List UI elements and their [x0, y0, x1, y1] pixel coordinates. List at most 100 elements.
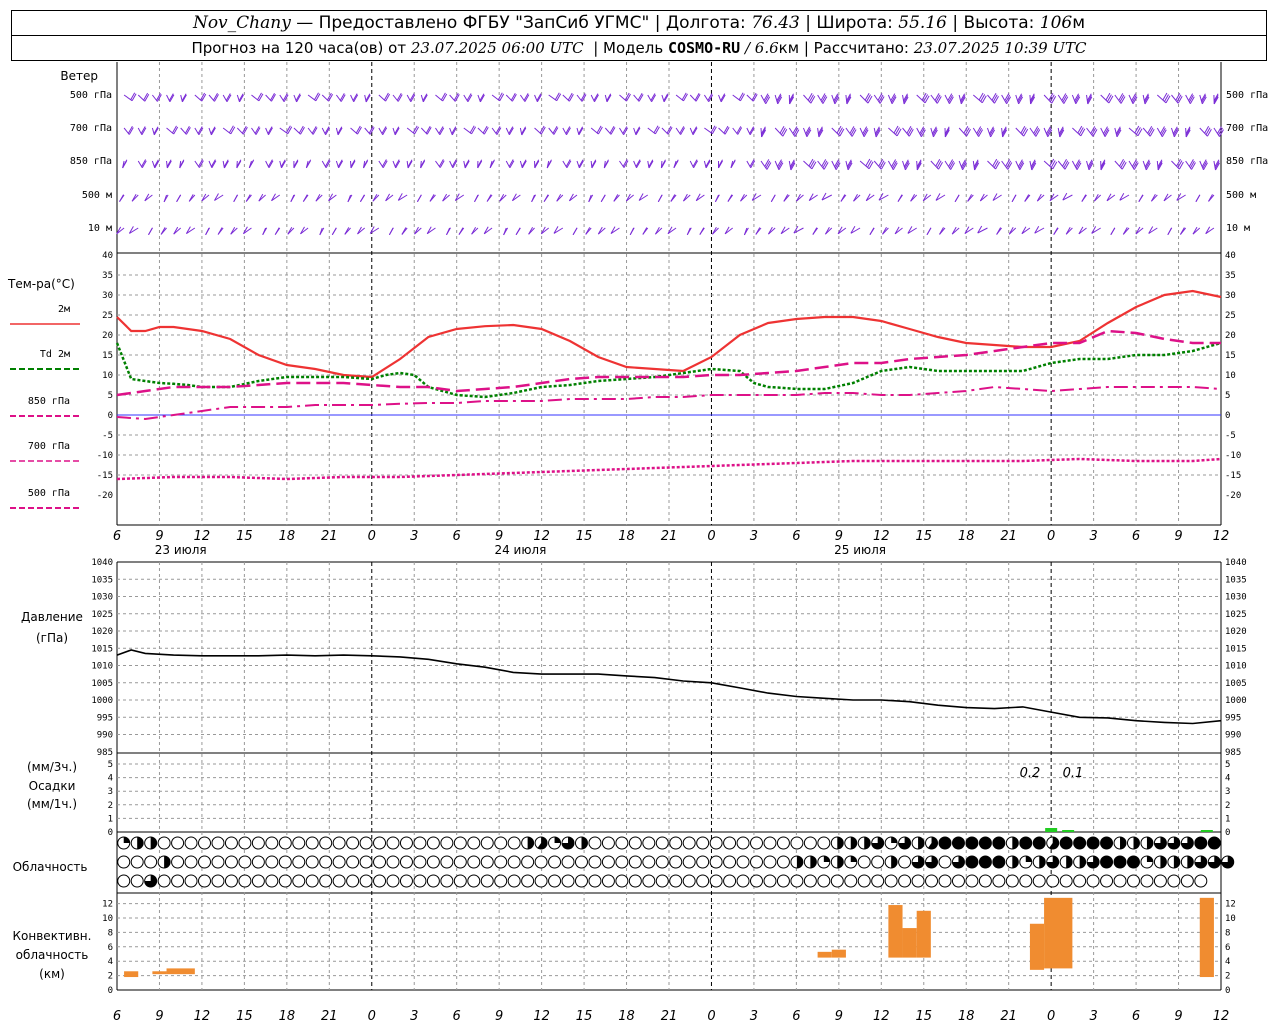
cloud-symbol	[184, 874, 198, 888]
conv-tick-label: 12	[102, 900, 113, 910]
temp-tick-label: 30	[102, 291, 113, 301]
pressure-tick-label: 985	[1225, 748, 1241, 758]
conv-bar	[152, 971, 167, 975]
cloud-symbol	[198, 874, 212, 888]
cloud-symbol	[723, 855, 737, 869]
x-tick-label: 18	[958, 1009, 975, 1024]
precip-tick-label: 2	[108, 801, 113, 811]
wind-barb	[746, 94, 754, 102]
x-tick-label: 12	[873, 1009, 890, 1024]
wind-barb-feather	[995, 161, 1001, 170]
cloud-symbol	[790, 836, 804, 850]
wind-barb-feather	[880, 162, 886, 170]
wind-barb	[236, 94, 240, 103]
wind-barb	[930, 94, 938, 104]
conv-title: облачность	[16, 948, 89, 962]
x-tick-label: 21	[321, 1009, 338, 1024]
conv-bar	[817, 951, 832, 958]
wind-barb	[406, 94, 412, 103]
wind-barb-feather	[1148, 127, 1154, 136]
cloud-symbol	[682, 874, 696, 888]
wind-barb-feather	[274, 227, 280, 235]
wind-barb-feather	[991, 93, 997, 101]
cloud-symbol	[426, 855, 440, 869]
cloud-symbol	[884, 874, 898, 888]
wind-barb	[661, 94, 665, 103]
cloud-symbol	[588, 836, 602, 850]
cloud-symbol	[628, 874, 642, 888]
wind-barb-feather	[992, 94, 998, 103]
temp-tick-label: 5	[108, 391, 113, 401]
cloud-symbol	[1073, 874, 1087, 888]
wind-barb-feather	[446, 227, 451, 236]
cloud-symbol	[413, 836, 427, 850]
cloud-fill	[1127, 856, 1140, 868]
conv-tick-label: 8	[108, 928, 113, 938]
wind-barb	[123, 94, 133, 102]
cloud-symbol	[1113, 874, 1127, 888]
cloud-symbol	[1140, 874, 1154, 888]
wind-barb-feather	[416, 194, 422, 202]
x-tick-label: 3	[750, 1009, 758, 1024]
legend-label: Td 2м	[40, 349, 70, 360]
cloud-fill	[992, 856, 1005, 868]
temp-tick-label: 5	[1225, 391, 1230, 401]
wind-barb	[548, 94, 557, 102]
x-tick-label: 18	[618, 529, 635, 544]
wind-barb-feather	[228, 125, 234, 134]
cloud-symbol	[251, 855, 265, 869]
cloud-symbol	[346, 836, 360, 850]
wind-level-label: 850 гПа	[1226, 156, 1268, 167]
cloud-symbol	[373, 855, 387, 869]
cloud-symbol	[709, 836, 723, 850]
precip-tick-label: 0	[1225, 828, 1230, 838]
wind-barb-feather	[954, 194, 960, 202]
wind-barb	[590, 127, 599, 135]
wind-barb	[293, 127, 301, 135]
cloud-symbol	[265, 836, 279, 850]
wind-barb	[902, 127, 910, 137]
legend-label: 850 гПа	[28, 396, 70, 407]
precip-tick-label: 1	[1225, 814, 1230, 824]
cloud-fill	[1187, 856, 1194, 868]
x-tick-label: 0	[368, 529, 376, 544]
precip-annotation: 0.1	[1063, 766, 1084, 781]
wind-level-label: 500 м	[82, 190, 112, 201]
cloud-fill	[891, 837, 898, 843]
pressure-tick-label: 1025	[1225, 610, 1247, 620]
cloud-symbol	[507, 874, 521, 888]
cloud-fill	[1146, 856, 1153, 862]
cloud-symbol	[453, 836, 467, 850]
cloud-symbol	[265, 855, 279, 869]
wind-barb	[930, 160, 939, 170]
precip-tick-label: 2	[1225, 801, 1230, 811]
cloud-symbol	[1046, 874, 1060, 888]
wind-barb	[604, 94, 608, 103]
wind-barb-feather	[812, 227, 818, 235]
cloud-fill	[1073, 837, 1086, 849]
temp-tick-label: 15	[102, 351, 113, 361]
cloud-fill	[150, 837, 157, 849]
wind-barb-feather	[1167, 227, 1173, 236]
wind-barb	[718, 127, 726, 135]
cloud-symbol	[467, 874, 481, 888]
cloud-fill	[1160, 856, 1167, 868]
wind-barb	[194, 127, 200, 135]
wind-barb-feather	[1147, 126, 1153, 134]
cloud-fill	[164, 856, 171, 868]
cloud-symbol	[763, 836, 777, 850]
conv-bar	[1199, 897, 1214, 978]
wind-barb	[279, 160, 282, 169]
x-tick-label: 6	[1132, 529, 1140, 544]
cloud-symbol	[305, 836, 319, 850]
wind-barb-feather	[936, 96, 942, 104]
cloud-fill	[581, 837, 588, 849]
cloud-symbol	[871, 855, 885, 869]
wind-barb	[449, 160, 454, 169]
conv-bar	[166, 968, 195, 975]
cloud-symbol	[117, 874, 131, 888]
wind-barb-feather	[205, 227, 211, 236]
cloud-fill	[918, 837, 925, 850]
wind-barb-feather	[822, 160, 828, 169]
wind-barb-feather	[908, 129, 914, 137]
